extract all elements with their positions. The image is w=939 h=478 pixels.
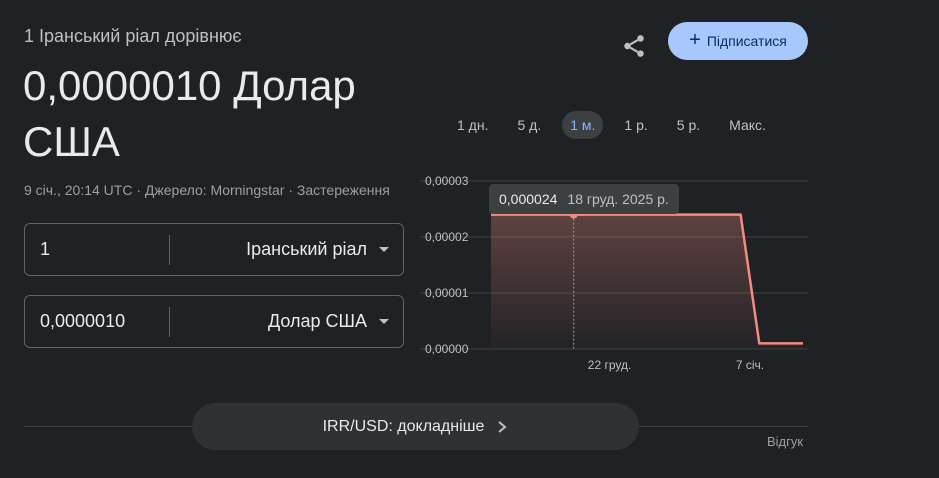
range-tabs: 1 дн. 5 д. 1 м. 1 р. 5 р. Макс. (449, 111, 787, 139)
range-tab-1y[interactable]: 1 р. (616, 111, 655, 139)
chart-tooltip: 0,000024 18 груд. 2025 р. (489, 184, 679, 214)
to-converter: 0,0000010 Долар США (24, 295, 404, 348)
y-tick-label: 0,00003 (425, 174, 469, 188)
share-icon (624, 35, 644, 57)
range-tab-1m[interactable]: 1 м. (562, 111, 604, 139)
tooltip-date: 18 груд. 2025 р. (567, 191, 669, 207)
to-currency-select[interactable]: Долар США (170, 296, 403, 347)
from-currency-select[interactable]: Іранський ріал (170, 224, 403, 275)
from-amount-input[interactable]: 1 (25, 239, 169, 260)
follow-label: Підписатися (706, 33, 787, 49)
meta-line: 9 січ., 20:14 UTC · Джерело: Morningstar… (24, 182, 390, 198)
to-amount-input[interactable]: 0,0000010 (25, 311, 169, 332)
timestamp: 9 січ., 20:14 UTC (24, 182, 133, 198)
plus-icon: + (689, 29, 701, 51)
conversion-subtitle: 1 Іранський ріал дорівнює (24, 26, 242, 46)
chevron-right-icon (498, 420, 507, 433)
caret-down-icon (379, 319, 389, 324)
more-details-label: IRR/USD: докладніше (322, 417, 485, 435)
range-tab-5d[interactable]: 5 д. (509, 111, 549, 139)
y-tick-label: 0,00000 (425, 342, 469, 356)
caret-down-icon (379, 247, 389, 252)
share-button[interactable] (621, 33, 647, 59)
from-converter: 1 Іранський ріал (24, 223, 404, 276)
conversion-result: 0,0000010 Долар США (23, 62, 356, 165)
follow-button[interactable]: + Підписатися (668, 22, 808, 60)
y-tick-label: 0,00002 (425, 230, 469, 244)
disclaimer-link[interactable]: Застереження (297, 182, 390, 198)
y-tick-label: 0,00001 (425, 286, 469, 300)
range-tab-max[interactable]: Макс. (721, 111, 774, 139)
source-label: Джерело: Morningstar (144, 182, 285, 198)
x-tick-label: 7 січ. (736, 358, 764, 372)
range-tab-5y[interactable]: 5 р. (669, 111, 708, 139)
feedback-link[interactable]: Відгук (767, 434, 803, 449)
tooltip-value: 0,000024 (499, 191, 558, 207)
x-tick-label: 22 груд. (588, 358, 632, 372)
range-tab-1d[interactable]: 1 дн. (449, 111, 496, 139)
more-details-button[interactable]: IRR/USD: докладніше (192, 403, 639, 450)
